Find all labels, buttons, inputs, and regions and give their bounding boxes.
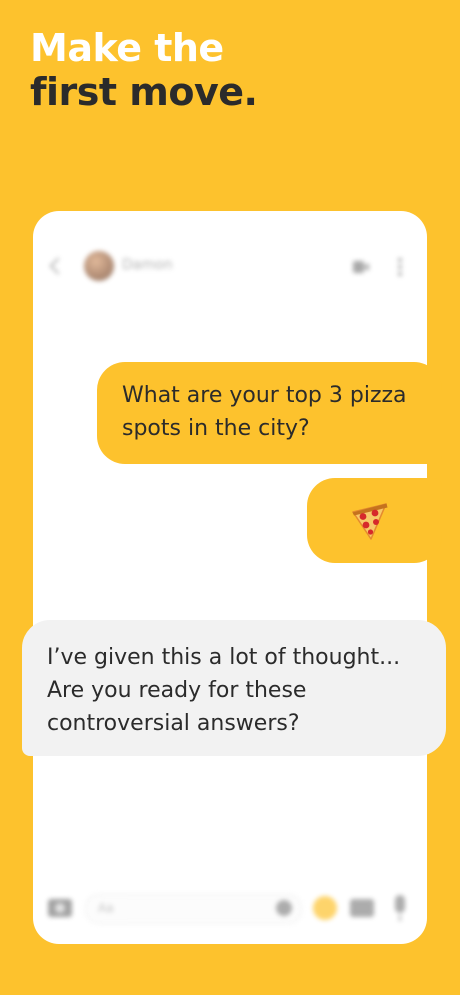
contact-name[interactable]: Damon [122, 257, 172, 273]
chat-header: Damon [33, 211, 427, 327]
headline-line-2: first move. [30, 70, 258, 114]
message-input-placeholder: Aa [98, 901, 114, 915]
headline: Make the first move. [30, 26, 258, 114]
camera-icon[interactable] [48, 899, 72, 917]
phone-chat-screen: Damon Aa [33, 211, 427, 944]
emoji-icon[interactable] [276, 900, 292, 916]
microphone-icon[interactable] [395, 895, 405, 921]
bumble-icon[interactable] [313, 896, 337, 920]
pizza-icon [352, 503, 388, 540]
avatar[interactable] [84, 251, 114, 281]
headline-line-1: Make the [30, 26, 224, 70]
message-text: What are your top 3 pizza spots in the c… [122, 383, 407, 441]
gif-icon[interactable] [350, 899, 374, 917]
video-call-icon[interactable] [353, 261, 369, 273]
more-options-icon[interactable] [398, 258, 402, 278]
message-bubble-incoming: I’ve given this a lot of thought... Are … [22, 620, 446, 756]
message-bubble-outgoing: What are your top 3 pizza spots in the c… [97, 362, 442, 464]
back-arrow-icon[interactable] [49, 257, 67, 275]
message-composer: Aa [33, 874, 427, 944]
message-bubble-outgoing-emoji [307, 478, 442, 563]
message-text: I’ve given this a lot of thought... Are … [47, 645, 401, 736]
message-input[interactable]: Aa [85, 894, 302, 924]
